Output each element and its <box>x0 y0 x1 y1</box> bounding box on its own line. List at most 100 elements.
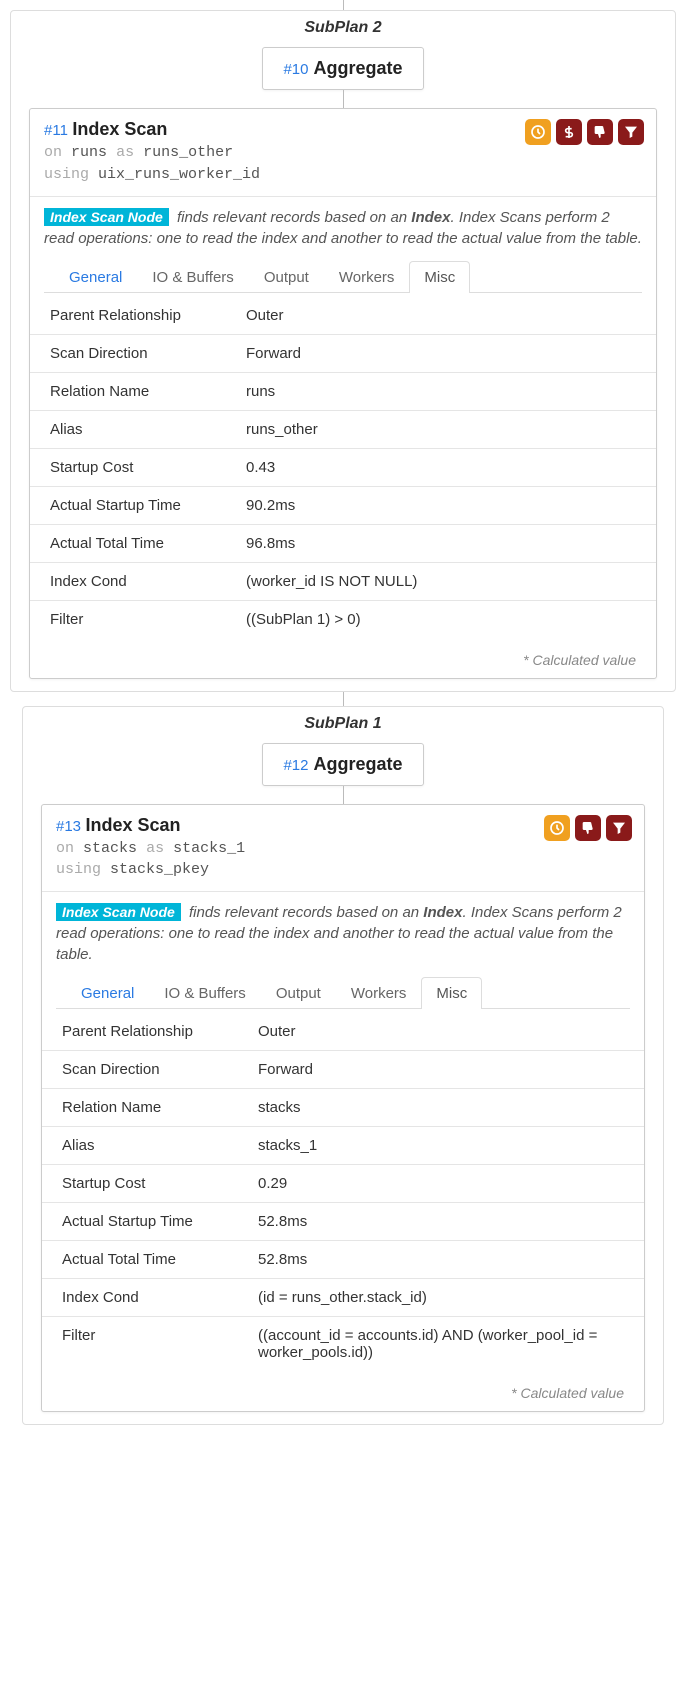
row-value: ((SubPlan 1) > 0) <box>240 600 656 638</box>
row-key: Relation Name <box>42 1089 252 1127</box>
subplan-title: SubPlan 2 <box>11 11 675 43</box>
node-id: #13 <box>56 818 81 835</box>
table-row: Actual Total Time96.8ms <box>30 524 656 562</box>
tab-workers[interactable]: Workers <box>336 977 422 1009</box>
index-scan-node: #11 Index Scan on runs as runs_other usi… <box>29 108 657 679</box>
subplan-2-block: SubPlan 2 #10 Aggregate #11 Index Scan o… <box>10 10 676 692</box>
row-key: Alias <box>30 410 240 448</box>
connector <box>343 0 344 10</box>
row-key: Scan Direction <box>42 1051 252 1089</box>
clock-icon[interactable] <box>525 119 551 145</box>
node-id: #10 <box>283 61 308 78</box>
connector <box>343 692 344 706</box>
scan-header[interactable]: #13 Index Scan on stacks as stacks_1 usi… <box>42 805 644 892</box>
row-key: Actual Startup Time <box>42 1203 252 1241</box>
row-value: (id = runs_other.stack_id) <box>252 1279 644 1317</box>
table-row: Actual Startup Time90.2ms <box>30 486 656 524</box>
tabs: GeneralIO & BuffersOutputWorkersMisc <box>56 965 630 1009</box>
node-description: Index Scan Node finds relevant records b… <box>30 196 656 293</box>
row-key: Actual Total Time <box>42 1241 252 1279</box>
node-id: #11 <box>44 122 68 139</box>
node-name: Index Scan <box>72 119 167 139</box>
tab-io-buffers[interactable]: IO & Buffers <box>137 261 248 293</box>
tab-output[interactable]: Output <box>249 261 324 293</box>
row-value: stacks <box>252 1089 644 1127</box>
tab-misc[interactable]: Misc <box>409 261 470 293</box>
thumbsdown-icon[interactable] <box>575 815 601 841</box>
badge-row <box>525 119 644 145</box>
table-row: Startup Cost0.29 <box>42 1165 644 1203</box>
row-key: Actual Total Time <box>30 524 240 562</box>
scan-header[interactable]: #11 Index Scan on runs as runs_other usi… <box>30 109 656 196</box>
node-type-tag: Index Scan Node <box>44 208 169 226</box>
tab-misc[interactable]: Misc <box>421 977 482 1009</box>
row-key: Relation Name <box>30 372 240 410</box>
table-row: Scan DirectionForward <box>42 1051 644 1089</box>
table-row: Actual Total Time52.8ms <box>42 1241 644 1279</box>
tab-workers[interactable]: Workers <box>324 261 410 293</box>
row-key: Filter <box>42 1317 252 1372</box>
node-id: #12 <box>283 757 308 774</box>
row-key: Index Cond <box>42 1279 252 1317</box>
table-row: Parent RelationshipOuter <box>42 1013 644 1051</box>
row-value: 52.8ms <box>252 1203 644 1241</box>
table-row: Parent RelationshipOuter <box>30 297 656 335</box>
subplan-title: SubPlan 1 <box>23 707 663 739</box>
table-row: Startup Cost0.43 <box>30 448 656 486</box>
row-key: Parent Relationship <box>30 297 240 335</box>
tab-io-buffers[interactable]: IO & Buffers <box>149 977 260 1009</box>
row-key: Startup Cost <box>30 448 240 486</box>
row-value: 90.2ms <box>240 486 656 524</box>
table-row: Relation Namestacks <box>42 1089 644 1127</box>
clock-icon[interactable] <box>544 815 570 841</box>
tab-general[interactable]: General <box>66 977 149 1009</box>
subplan-1-block: SubPlan 1 #12 Aggregate #13 Index Scan o… <box>22 706 664 1426</box>
connector <box>343 90 344 108</box>
dollar-icon[interactable] <box>556 119 582 145</box>
row-value: stacks_1 <box>252 1127 644 1165</box>
footnote: * Calculated value <box>42 1371 644 1411</box>
tab-output[interactable]: Output <box>261 977 336 1009</box>
table-row: Scan DirectionForward <box>30 334 656 372</box>
thumbsdown-icon[interactable] <box>587 119 613 145</box>
table-row: Filter((account_id = accounts.id) AND (w… <box>42 1317 644 1372</box>
node-name: Aggregate <box>314 754 403 774</box>
row-value: 0.29 <box>252 1165 644 1203</box>
index-scan-node: #13 Index Scan on stacks as stacks_1 usi… <box>41 804 645 1413</box>
node-description: Index Scan Node finds relevant records b… <box>42 891 644 1009</box>
table-row: Aliasstacks_1 <box>42 1127 644 1165</box>
row-value: 52.8ms <box>252 1241 644 1279</box>
row-key: Alias <box>42 1127 252 1165</box>
row-key: Scan Direction <box>30 334 240 372</box>
row-key: Index Cond <box>30 562 240 600</box>
row-value: 96.8ms <box>240 524 656 562</box>
filter-icon[interactable] <box>606 815 632 841</box>
row-value: runs_other <box>240 410 656 448</box>
scan-meta: on runs as runs_other using uix_runs_wor… <box>44 142 642 186</box>
aggregate-node[interactable]: #12 Aggregate <box>262 743 423 786</box>
node-name: Index Scan <box>85 815 180 835</box>
row-value: Forward <box>252 1051 644 1089</box>
row-key: Parent Relationship <box>42 1013 252 1051</box>
filter-icon[interactable] <box>618 119 644 145</box>
table-row: Aliasruns_other <box>30 410 656 448</box>
table-row: Actual Startup Time52.8ms <box>42 1203 644 1241</box>
table-row: Filter((SubPlan 1) > 0) <box>30 600 656 638</box>
row-value: (worker_id IS NOT NULL) <box>240 562 656 600</box>
details-table: Parent RelationshipOuterScan DirectionFo… <box>42 1013 644 1371</box>
tab-general[interactable]: General <box>54 261 137 293</box>
row-value: Outer <box>240 297 656 335</box>
table-row: Relation Nameruns <box>30 372 656 410</box>
scan-meta: on stacks as stacks_1 using stacks_pkey <box>56 838 630 882</box>
details-table: Parent RelationshipOuterScan DirectionFo… <box>30 297 656 638</box>
badge-row <box>544 815 632 841</box>
row-key: Actual Startup Time <box>30 486 240 524</box>
footnote: * Calculated value <box>30 638 656 678</box>
row-key: Startup Cost <box>42 1165 252 1203</box>
row-key: Filter <box>30 600 240 638</box>
tabs: GeneralIO & BuffersOutputWorkersMisc <box>44 249 642 293</box>
node-name: Aggregate <box>314 58 403 78</box>
row-value: runs <box>240 372 656 410</box>
row-value: Forward <box>240 334 656 372</box>
aggregate-node[interactable]: #10 Aggregate <box>262 47 423 90</box>
